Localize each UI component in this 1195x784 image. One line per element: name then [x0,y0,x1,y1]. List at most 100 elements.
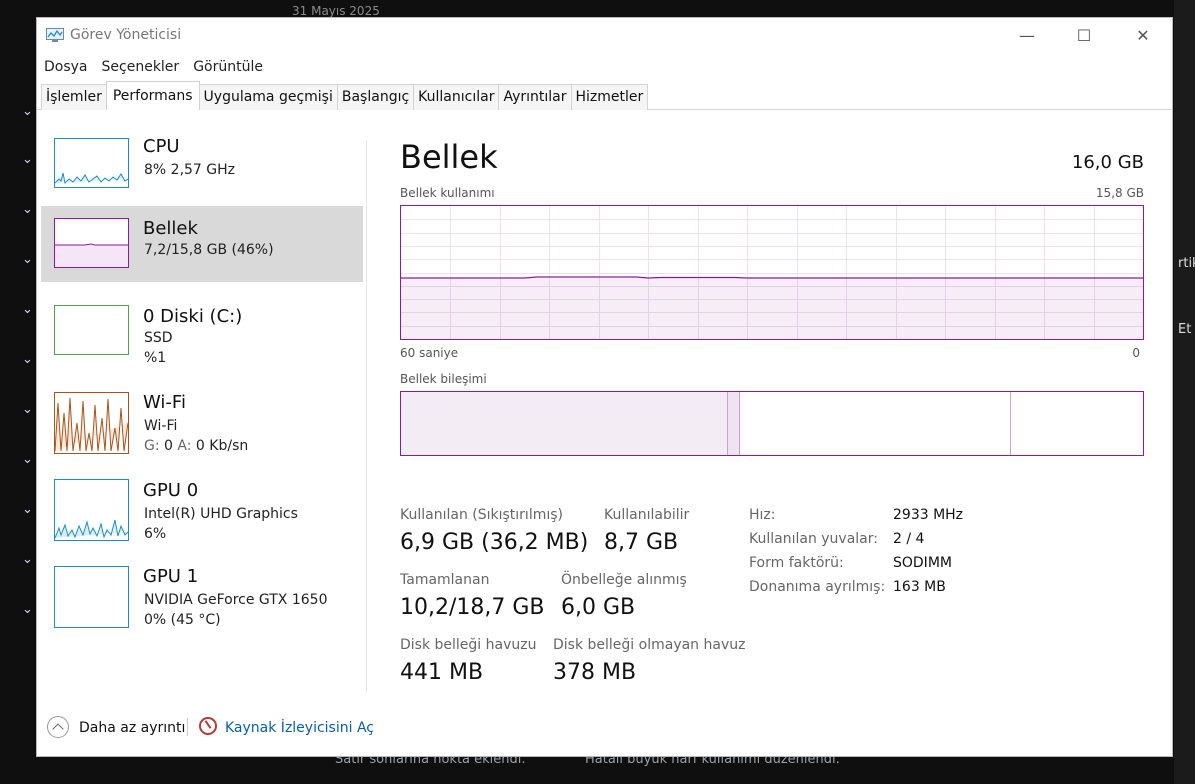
background-right-text: rtik [1178,256,1195,271]
detail-slots-label: Kullanılan yuvalar: [749,531,878,547]
sidebar-item-cpu[interactable]: CPU 8% 2,57 GHz [41,130,363,206]
gpu1-name: GPU 1 [143,566,199,587]
chevron-down-icon: ⌄ [22,104,33,119]
fewer-details-link[interactable]: Daha az ayrıntı [79,720,185,736]
disk-thumbnail-graph [54,305,129,355]
composition-modified [728,392,740,455]
background-date: 31 Mayıs 2025 [292,4,380,18]
sidebar-item-memory[interactable]: Bellek 7,2/15,8 GB (46%) [41,206,363,282]
close-button[interactable]: ✕ [1120,18,1166,52]
composition-in-use [401,392,728,455]
usage-graph-max: 15,8 GB [1095,186,1144,200]
disk-usage: %1 [144,350,167,366]
sidebar-item-disk[interactable]: 0 Diski (C:) SSD %1 [41,282,363,366]
sidebar-item-wifi[interactable]: Wi-Fi Wi-Fi G: 0 A: 0 Kb/sn [41,384,363,460]
chevron-down-icon: ⌄ [22,402,33,417]
minimize-button[interactable]: — [1004,18,1050,52]
memory-usage-graph [400,205,1144,340]
detail-reserved-label: Donanıma ayrılmış: [749,579,886,595]
stat-used-value: 6,9 GB (36,2 MB) [400,530,589,555]
stat-cached-label: Önbelleğe alınmış [561,572,687,588]
window-title: Görev Yöneticisi [70,27,182,43]
memory-name: Bellek [143,218,198,239]
cpu-stats: 8% 2,57 GHz [144,162,236,178]
composition-standby-divider [1010,392,1011,455]
tab-services[interactable]: Hizmetler [570,84,649,110]
memory-thumbnail-graph [54,218,129,268]
gpu0-usage: 6% [144,526,167,542]
wifi-send-label: G: [144,438,160,454]
sidebar-item-gpu1[interactable]: GPU 1 NVIDIA GeForce GTX 1650 0% (45 °C) [41,560,363,636]
chevron-down-icon: ⌄ [22,302,33,317]
stat-committed-value: 10,2/18,7 GB [400,595,545,620]
background-right-panel [1174,0,1195,784]
stat-paged-pool-value: 441 MB [400,660,484,685]
tab-app-history[interactable]: Uygulama geçmişi [198,84,338,110]
detail-reserved-value: 163 MB [893,579,946,595]
title-bar[interactable]: Görev Yöneticisi — ☐ ✕ [37,18,1172,52]
menu-bar: Dosya Seçenekler Görüntüle [37,56,270,78]
stat-nonpaged-pool-label: Disk belleği olmayan havuz [553,637,746,653]
chevron-down-icon: ⌄ [22,252,33,267]
tab-processes[interactable]: İşlemler [41,84,107,110]
wifi-thumbnail-graph [54,392,129,454]
resource-monitor-icon[interactable] [199,717,217,735]
open-resource-monitor-link[interactable]: Kaynak İzleyicisini Aç [225,720,374,736]
chevron-down-icon: ⌄ [22,352,33,367]
tab-users[interactable]: Kullanıcılar [413,84,500,110]
wifi-throughput: G: 0 A: 0 Kb/sn [144,438,248,454]
chevron-down-icon: ⌄ [22,602,33,617]
stat-paged-pool-label: Disk belleği havuzu [400,637,537,653]
collapse-icon[interactable] [47,716,69,738]
usage-area [401,278,1143,339]
tab-startup[interactable]: Başlangıç [336,84,415,110]
sidebar-item-gpu0[interactable]: GPU 0 Intel(R) UHD Graphics 6% [41,472,363,548]
gpu0-name: GPU 0 [143,480,199,501]
maximize-button[interactable]: ☐ [1061,18,1107,52]
cpu-name: CPU [143,136,180,157]
tab-performance[interactable]: Performans [105,81,200,110]
disk-name: 0 Diski (C:) [143,306,243,327]
graph-x-left-label: 60 saniye [400,346,459,360]
composition-caption: Bellek bileşimi [400,372,487,386]
detail-speed-value: 2933 MHz [893,507,964,523]
background-right-text: Et [1178,322,1192,337]
gpu0-thumbnail-graph [54,479,129,541]
pane-divider [366,140,367,693]
usage-graph-caption: Bellek kullanımı [400,186,495,200]
stat-available-label: Kullanılabilir [604,507,690,523]
stat-nonpaged-pool-value: 378 MB [553,660,637,685]
chevron-down-icon: ⌄ [22,152,33,167]
detail-speed-label: Hız: [749,507,776,523]
stat-available-value: 8,7 GB [604,530,679,555]
wifi-receive-value: 0 Kb/sn [195,438,249,454]
stat-used-label: Kullanılan (Sıkıştırılmış) [400,507,563,523]
menu-view[interactable]: Görüntüle [186,56,270,78]
memory-composition-bar [400,391,1144,456]
gpu1-usage: 0% (45 °C) [144,612,221,628]
footer-divider [187,718,188,736]
graph-x-right-label: 0 [1132,346,1140,360]
task-manager-icon [46,28,64,42]
chevron-down-icon: ⌄ [22,552,33,567]
chevron-down-icon: ⌄ [22,502,33,517]
stat-committed-label: Tamamlanan [400,572,490,588]
wifi-send-value: 0 [164,438,173,454]
chevron-down-icon: ⌄ [22,452,33,467]
disk-type: SSD [144,330,173,346]
menu-options[interactable]: Seçenekler [95,56,187,78]
chevron-down-icon: ⌄ [22,202,33,217]
gpu1-model: NVIDIA GeForce GTX 1650 [144,592,328,608]
memory-stats: 7,2/15,8 GB (46%) [144,242,274,258]
tab-bar: İşlemler Performans Uygulama geçmişi Baş… [41,81,649,110]
stat-cached-value: 6,0 GB [561,595,636,620]
usage-line [401,276,1143,279]
memory-total: 16,0 GB [1071,152,1144,173]
tab-details[interactable]: Ayrıntılar [498,84,572,110]
page-title: Bellek [400,138,498,176]
gpu1-thumbnail-graph [54,566,129,628]
wifi-receive-label: A: [177,438,192,454]
footer-bar: Daha az ayrıntı Kaynak İzleyicisini Aç [37,708,1172,748]
detail-slots-value: 2 / 4 [893,531,925,547]
menu-file[interactable]: Dosya [37,56,95,78]
